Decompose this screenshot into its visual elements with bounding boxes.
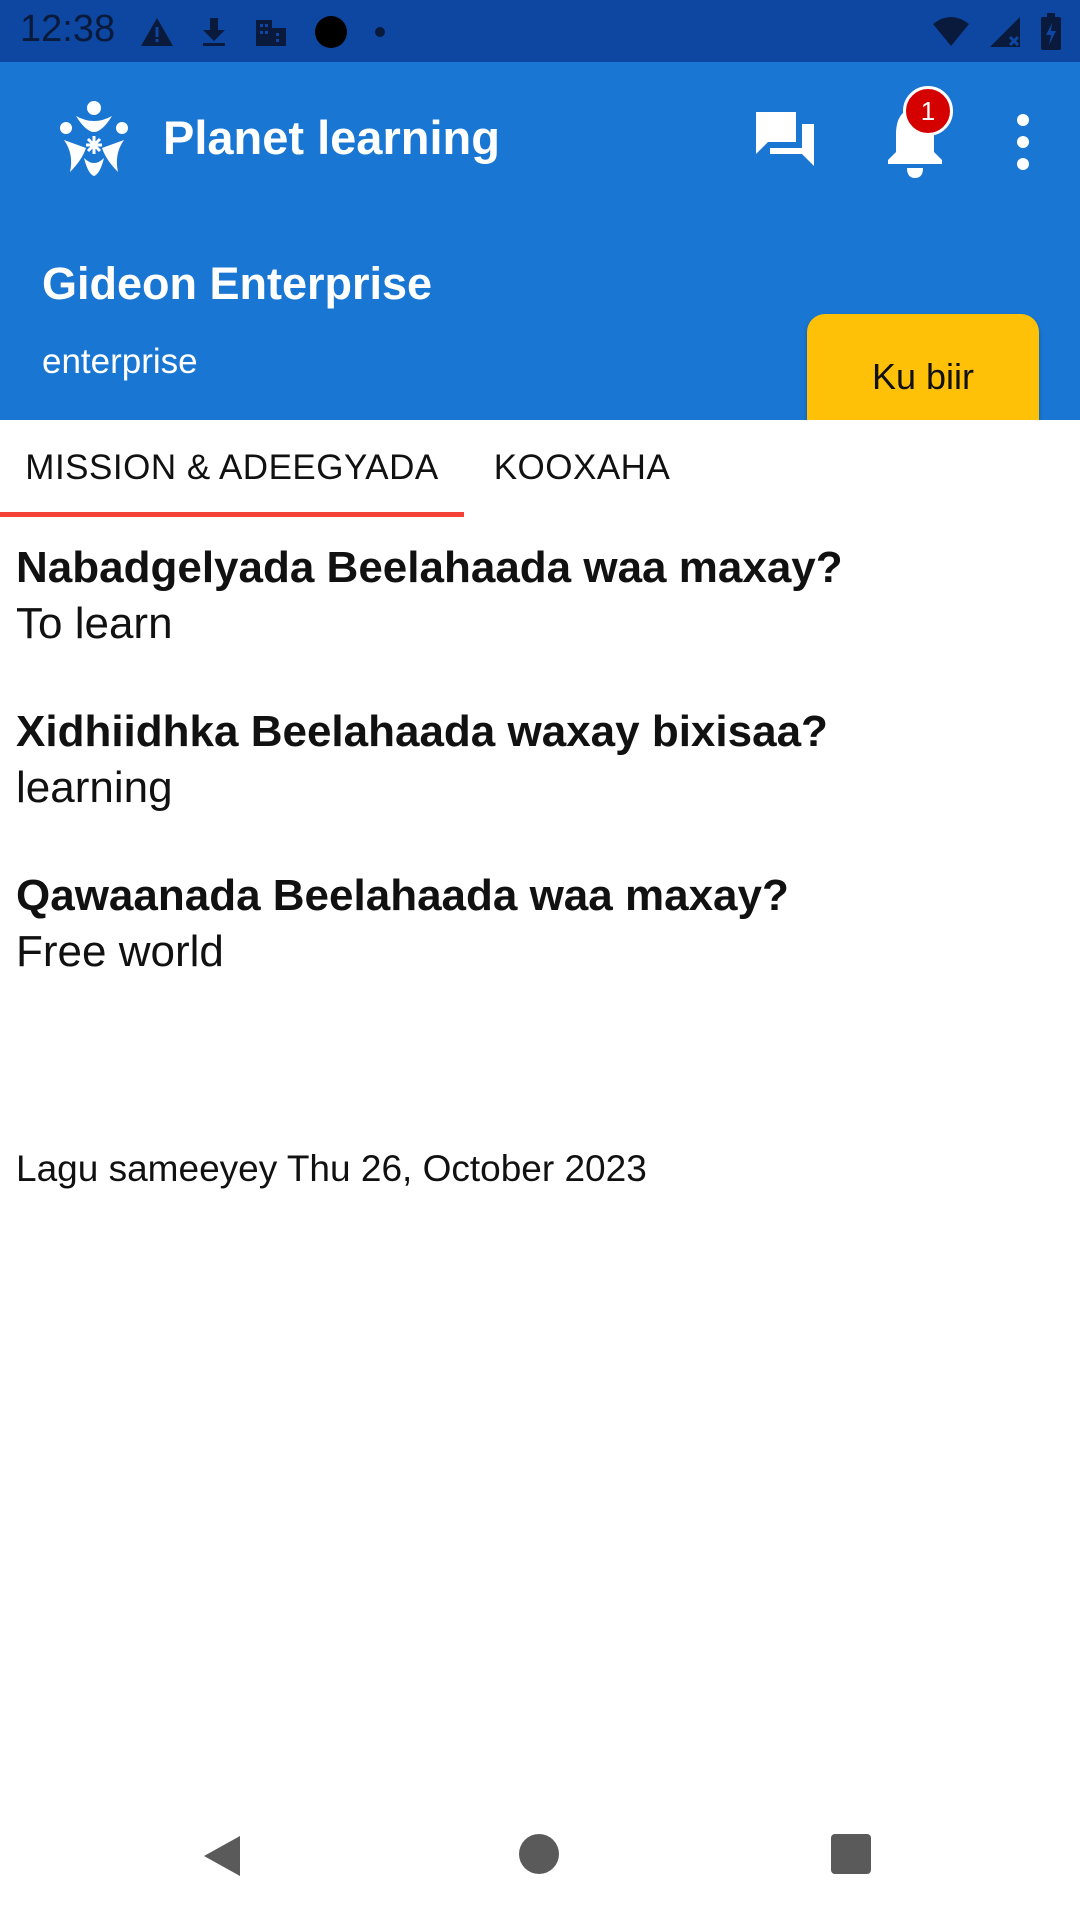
tab-teams[interactable]: KOOXAHA bbox=[464, 420, 700, 516]
status-bar: 12:38 bbox=[0, 0, 1080, 62]
qa-item: Xidhiidhka Beelahaada waxay bixisaa? lea… bbox=[16, 704, 1056, 816]
answer-text: Free world bbox=[16, 927, 224, 976]
app-header: Planet learning 1 Gideon Enterprise ente… bbox=[0, 62, 1080, 440]
system-nav-bar bbox=[0, 1790, 1080, 1920]
question-text: Xidhiidhka Beelahaada waxay bixisaa? bbox=[16, 707, 828, 756]
download-icon bbox=[203, 18, 225, 46]
circle-icon bbox=[315, 16, 347, 48]
answer-text: To learn bbox=[16, 599, 173, 648]
toolbar: Planet learning 1 bbox=[0, 62, 1080, 214]
battery-icon bbox=[1041, 13, 1061, 50]
signal-icon bbox=[990, 17, 1020, 47]
answer-text: learning bbox=[16, 763, 173, 812]
recent-apps-icon[interactable] bbox=[831, 1834, 871, 1874]
wifi-icon bbox=[933, 17, 969, 46]
mission-content: Nabadgelyada Beelahaada waa maxay? To le… bbox=[16, 540, 1056, 1032]
question-text: Nabadgelyada Beelahaada waa maxay? bbox=[16, 543, 843, 592]
status-icons-left bbox=[140, 12, 386, 52]
chat-icon[interactable] bbox=[750, 104, 820, 174]
tab-bar: MISSION & ADEEGYADA KOOXAHA bbox=[0, 420, 1080, 517]
home-icon[interactable] bbox=[519, 1834, 559, 1874]
notification-badge: 1 bbox=[903, 86, 953, 136]
dot-icon bbox=[375, 27, 385, 37]
qa-item: Qawaanada Beelahaada waa maxay? Free wor… bbox=[16, 868, 1056, 980]
tab-mission-services[interactable]: MISSION & ADEEGYADA bbox=[0, 420, 464, 516]
tab-indicator bbox=[0, 512, 464, 517]
status-time: 12:38 bbox=[20, 8, 116, 50]
team-name: Gideon Enterprise bbox=[42, 258, 433, 309]
more-options-icon[interactable] bbox=[1005, 110, 1041, 174]
building-icon bbox=[256, 20, 286, 46]
status-icons-right bbox=[932, 12, 1062, 52]
warning-icon bbox=[141, 18, 173, 46]
team-type: enterprise bbox=[42, 342, 198, 381]
qa-item: Nabadgelyada Beelahaada waa maxay? To le… bbox=[16, 540, 1056, 652]
app-title: Planet learning bbox=[163, 111, 500, 164]
back-icon[interactable] bbox=[200, 1834, 242, 1878]
planet-logo-icon[interactable] bbox=[56, 98, 132, 178]
created-date: Lagu sameeyey Thu 26, October 2023 bbox=[16, 1148, 647, 1189]
question-text: Qawaanada Beelahaada waa maxay? bbox=[16, 871, 789, 920]
